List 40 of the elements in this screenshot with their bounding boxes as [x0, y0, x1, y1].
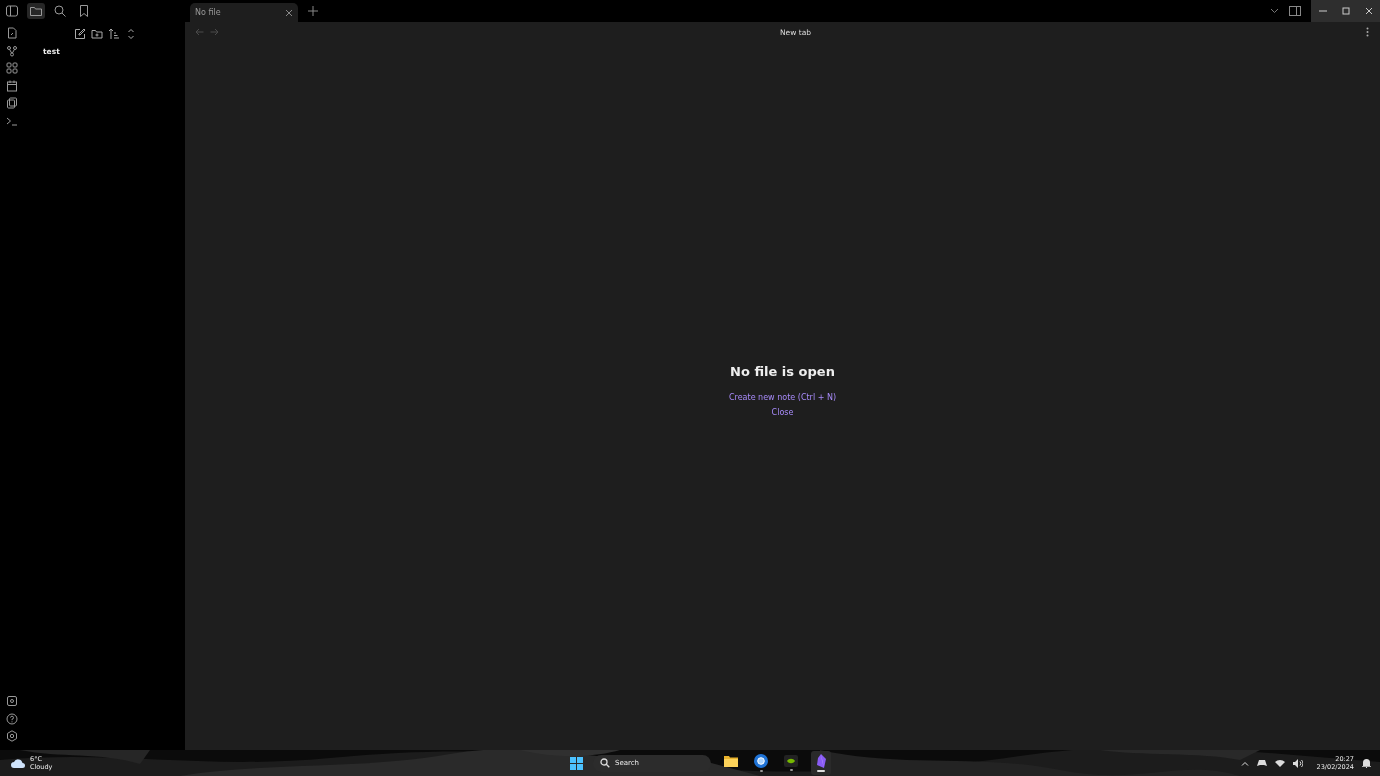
wifi-icon[interactable]	[1274, 759, 1285, 767]
action-link[interactable]: Create new note (Ctrl + N)	[729, 392, 836, 402]
close-icon[interactable]	[285, 8, 293, 17]
action-link[interactable]: Close	[771, 407, 794, 417]
gem-icon[interactable]	[815, 754, 827, 768]
sort-icon[interactable]	[108, 28, 120, 40]
edit-icon[interactable]	[74, 28, 86, 40]
start-icon[interactable]	[570, 756, 583, 770]
chevron-up-icon[interactable]	[1240, 760, 1249, 766]
close-icon[interactable]	[1364, 7, 1373, 15]
folder-icon[interactable]	[91, 28, 103, 40]
bell-icon[interactable]	[1362, 758, 1371, 768]
taskbar-button[interactable]	[811, 751, 831, 775]
expand-icon[interactable]	[125, 28, 137, 40]
sidebar-toggle-icon[interactable]	[3, 3, 21, 19]
file-icon[interactable]	[6, 27, 18, 39]
controller-icon[interactable]	[1256, 759, 1267, 767]
more-options-icon[interactable]	[1366, 27, 1369, 37]
new-tab-icon[interactable]	[308, 6, 318, 16]
settings-icon[interactable]	[6, 730, 18, 742]
vault-icon[interactable]	[6, 695, 18, 707]
chevron-down-icon[interactable]	[1270, 8, 1279, 14]
tab[interactable]: No file	[190, 3, 298, 22]
folder-icon[interactable]	[27, 3, 45, 19]
grid-icon[interactable]	[6, 62, 18, 74]
speaker-icon[interactable]	[1292, 758, 1303, 768]
calendar-icon[interactable]	[6, 79, 18, 92]
sidebar-toggle-icon[interactable]	[1289, 6, 1301, 16]
copy-icon[interactable]	[6, 97, 18, 109]
empty-state-title: No file is open	[730, 363, 835, 379]
minimize-icon[interactable]	[1318, 7, 1327, 15]
help-icon[interactable]	[6, 712, 18, 725]
graph-icon[interactable]	[6, 44, 18, 57]
cloud-icon[interactable]	[10, 758, 26, 768]
folder-icon[interactable]	[724, 755, 738, 767]
browser-icon[interactable]	[754, 754, 768, 768]
taskbar-button[interactable]	[751, 751, 771, 775]
eye-icon[interactable]	[784, 755, 798, 767]
search-icon	[600, 758, 610, 768]
maximize-icon[interactable]	[1341, 7, 1350, 15]
